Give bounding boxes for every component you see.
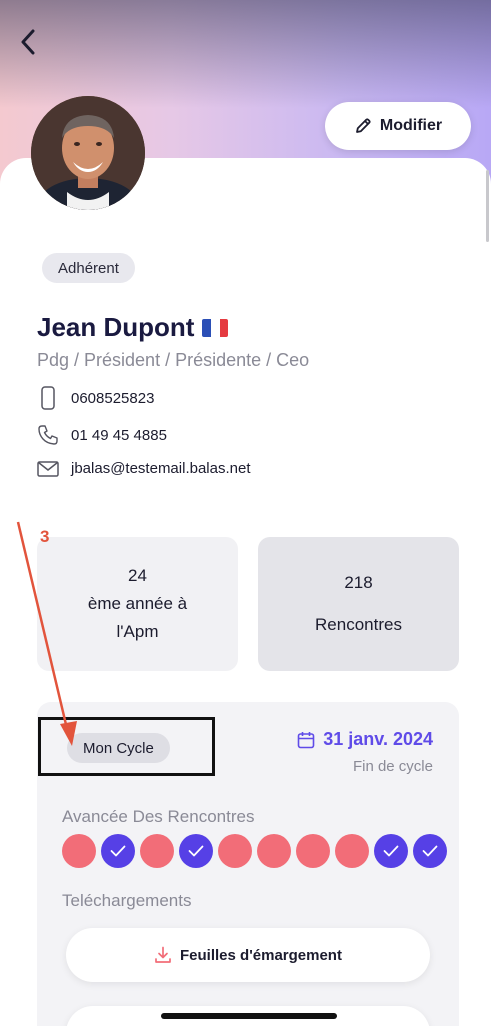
mobile-number: 0608525823 bbox=[71, 389, 155, 407]
member-badge-label: Adhérent bbox=[58, 259, 119, 277]
profile-role: Pdg / Président / Présidente / Ceo bbox=[37, 350, 310, 370]
back-button[interactable] bbox=[14, 26, 42, 58]
member-badge: Adhérent bbox=[42, 253, 135, 283]
years-label-line1: ème année à bbox=[87, 594, 188, 613]
cycle-end-date: 31 janv. 2024 bbox=[297, 729, 433, 750]
progress-title: Avancée Des Rencontres bbox=[62, 807, 255, 826]
edit-profile-button[interactable]: Modifier bbox=[325, 102, 471, 150]
cycle-end-label: Fin de cycle bbox=[352, 758, 433, 775]
calendar-icon bbox=[297, 731, 315, 748]
avatar-photo bbox=[31, 96, 145, 210]
meeting-dot-pending bbox=[218, 834, 252, 868]
meeting-dot-done bbox=[101, 834, 135, 868]
check-icon bbox=[110, 845, 126, 857]
email-address: jbalas@testemail.balas.net bbox=[71, 460, 251, 477]
pencil-icon bbox=[355, 118, 371, 133]
meeting-dot-done bbox=[413, 834, 447, 868]
mobile-row[interactable]: 0608525823 bbox=[37, 386, 154, 410]
profile-name-row: Jean Dupont bbox=[37, 312, 229, 343]
avatar bbox=[31, 96, 145, 210]
edit-label: Modifier bbox=[379, 117, 443, 134]
phone-icon bbox=[38, 425, 58, 445]
meeting-dot-pending bbox=[257, 834, 291, 868]
mobile-phone-icon bbox=[41, 386, 55, 410]
attendance-sheets-button[interactable]: Feuilles d'émargement bbox=[66, 928, 430, 982]
scrollbar[interactable] bbox=[486, 170, 489, 242]
check-icon bbox=[422, 845, 438, 857]
meeting-dot-pending bbox=[335, 834, 369, 868]
meeting-dot-pending bbox=[62, 834, 96, 868]
meetings-value: 218 bbox=[344, 573, 373, 592]
meeting-dot-done bbox=[179, 834, 213, 868]
chevron-left-icon bbox=[21, 29, 35, 55]
meetings-stat-card: 218 Rencontres bbox=[258, 537, 459, 671]
meeting-dot-pending bbox=[296, 834, 330, 868]
check-icon bbox=[383, 845, 399, 857]
meeting-dot-pending bbox=[140, 834, 174, 868]
meeting-dot-done bbox=[374, 834, 408, 868]
mail-icon bbox=[37, 460, 59, 477]
annotation-number: 3 bbox=[40, 527, 50, 546]
check-icon bbox=[188, 845, 204, 857]
years-label-line2: l'Apm bbox=[116, 622, 159, 641]
download-icon bbox=[155, 946, 171, 963]
meeting-progress bbox=[62, 834, 447, 868]
years-stat-card: 24 ème année à l'Apm bbox=[37, 537, 238, 671]
email-row[interactable]: jbalas@testemail.balas.net bbox=[37, 460, 251, 477]
home-indicator[interactable] bbox=[161, 1013, 337, 1019]
phone-row[interactable]: 01 49 45 4885 bbox=[37, 424, 167, 446]
profile-name: Jean Dupont bbox=[37, 312, 195, 342]
phone-number: 01 49 45 4885 bbox=[71, 426, 167, 444]
france-flag-icon bbox=[202, 318, 229, 337]
years-value: 24 bbox=[128, 566, 147, 585]
meetings-label: Rencontres bbox=[315, 615, 402, 634]
downloads-title: Teléchargements bbox=[62, 891, 192, 910]
cycle-date-text: 31 janv. 2024 bbox=[323, 729, 433, 749]
annotation-highlight-box bbox=[38, 717, 215, 776]
attendance-sheets-label: Feuilles d'émargement bbox=[180, 946, 342, 964]
